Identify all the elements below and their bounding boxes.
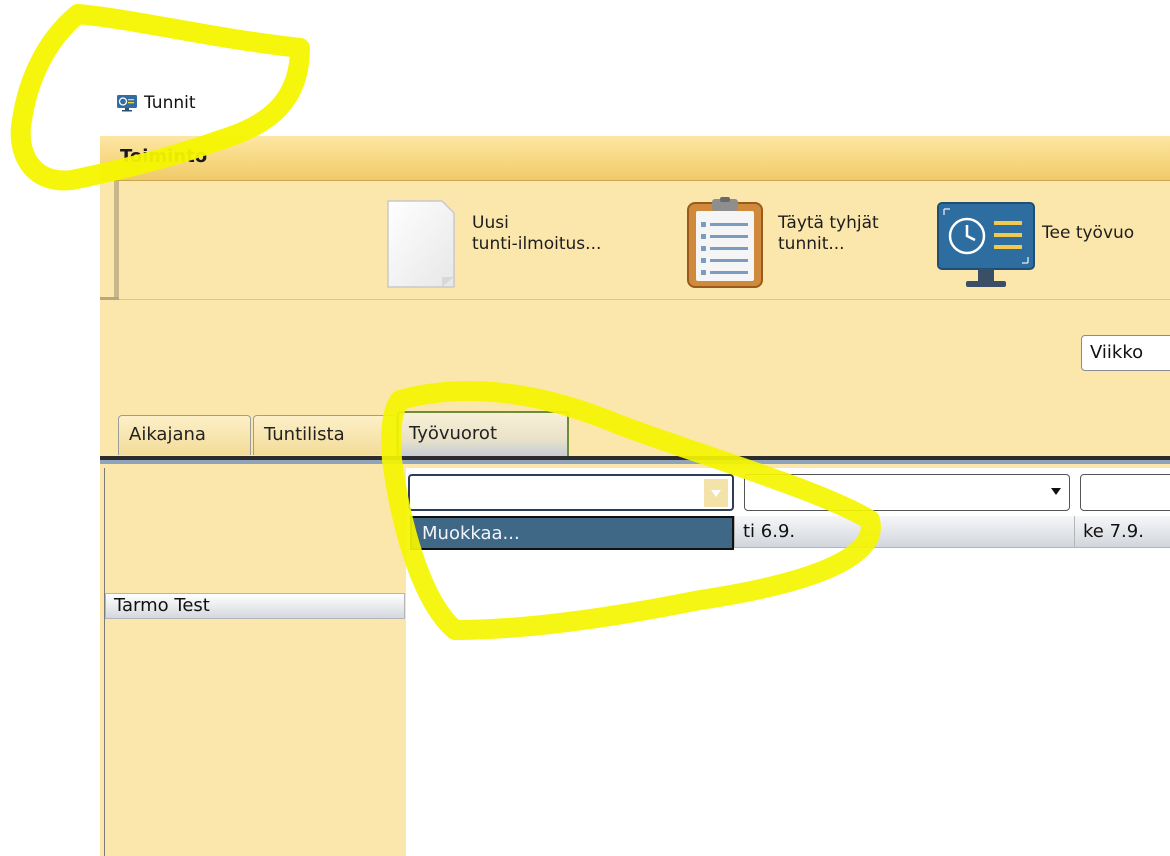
make-shift-label: Tee työvuo xyxy=(1042,223,1135,243)
dropdown-option-edit[interactable]: Muokkaa... xyxy=(410,516,734,550)
tab-aikajana[interactable]: Aikajana xyxy=(118,415,251,455)
chevron-down-icon xyxy=(711,490,721,497)
menu-bar: Toiminto xyxy=(100,136,1170,181)
blank-document-icon xyxy=(387,200,455,288)
fill-empty-hours-button[interactable]: Täytä tyhjät tunnit... xyxy=(684,197,879,293)
toolbar-edge xyxy=(114,181,119,299)
chevron-down-icon xyxy=(1051,488,1061,495)
window-title-bar: Tunnit xyxy=(116,90,196,116)
monitor-clock-icon xyxy=(117,95,137,112)
shift-type-combo[interactable] xyxy=(1080,474,1170,511)
toolbar-edge-bottom xyxy=(100,297,119,300)
employee-list: Tarmo Test xyxy=(104,468,407,856)
tab-tuntilista[interactable]: Tuntilista xyxy=(253,415,397,455)
toolbar: Uusi tunti-ilmoitus... Täytä tyhjät tunn… xyxy=(100,181,1170,300)
shift-grid: ti 6.9. ke 7.9. Muokkaa... xyxy=(406,468,1170,856)
shift-type-combo[interactable] xyxy=(744,474,1070,511)
new-report-button[interactable]: Uusi tunti-ilmoitus... xyxy=(384,197,601,293)
shift-type-combo[interactable] xyxy=(408,474,734,511)
day-column-header: ti 6.9. xyxy=(734,516,1074,548)
day-column-header: ke 7.9. xyxy=(1074,516,1170,548)
fill-empty-hours-label: Täytä tyhjät tunnit... xyxy=(778,213,879,254)
week-period-select[interactable]: Viikko xyxy=(1081,335,1170,371)
tab-divider-accent xyxy=(100,460,1170,464)
new-report-label: Uusi tunti-ilmoitus... xyxy=(472,213,602,254)
tab-tyovuorot[interactable]: Työvuorot xyxy=(397,411,569,457)
make-shift-button[interactable]: Tee työvuo xyxy=(936,201,1134,297)
window-title: Tunnit xyxy=(144,93,196,113)
clipboard-checklist-icon xyxy=(687,197,763,288)
monitor-clock-icon xyxy=(937,202,1035,287)
menu-toiminto[interactable]: Toiminto xyxy=(120,146,207,167)
employee-row[interactable]: Tarmo Test xyxy=(105,593,405,619)
app-window: Toiminto Uusi tunti-ilmoitus... Täytä ty… xyxy=(100,136,1170,856)
